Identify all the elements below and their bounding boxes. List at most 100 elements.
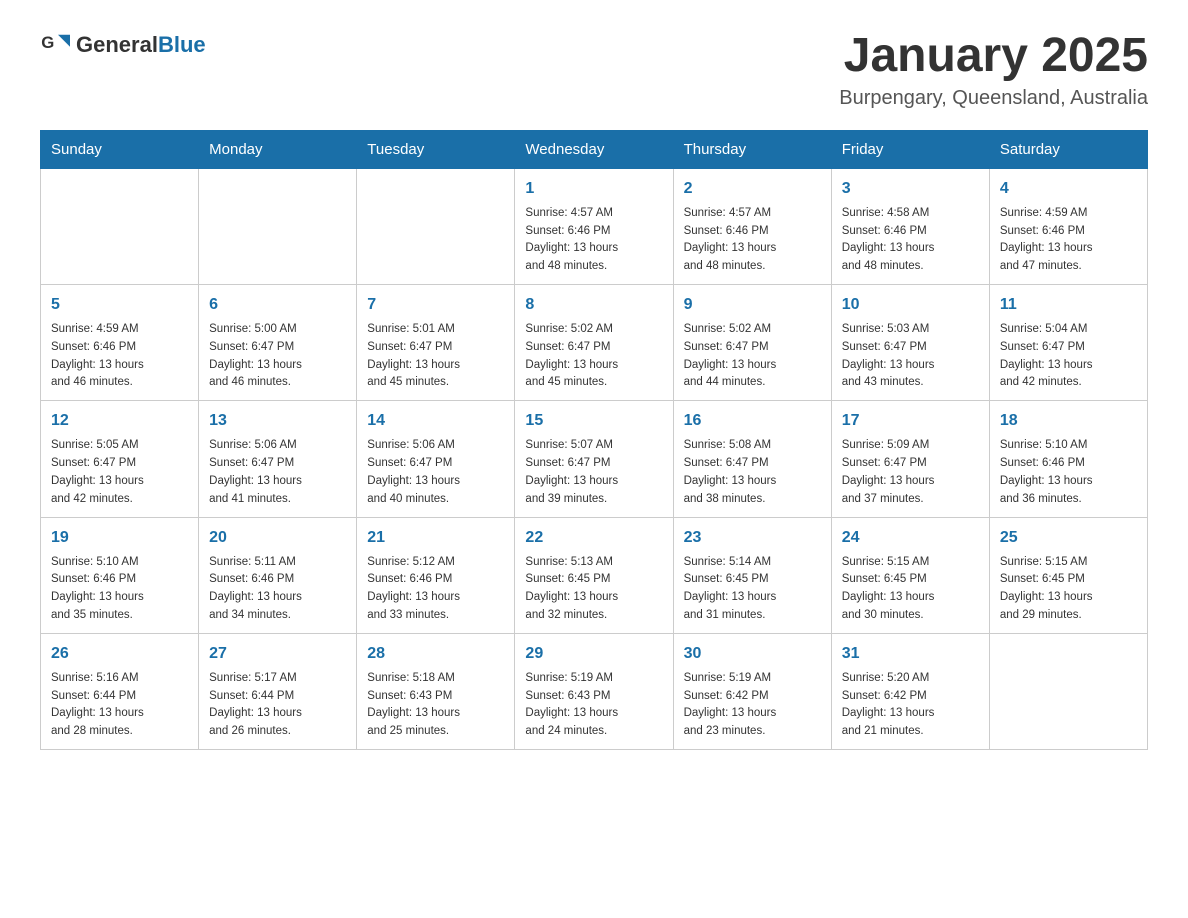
day-info: Sunrise: 5:06 AMSunset: 6:47 PMDaylight:… <box>367 437 504 508</box>
day-number: 23 <box>684 526 821 550</box>
calendar-cell: 3 Sunrise: 4:58 AMSunset: 6:46 PMDaylight… <box>831 168 989 284</box>
day-info: Sunrise: 5:16 AMSunset: 6:44 PMDaylight:… <box>51 670 188 741</box>
day-info: Sunrise: 4:59 AMSunset: 6:46 PMDaylight:… <box>51 321 188 392</box>
calendar-week-row: 12 Sunrise: 5:05 AMSunset: 6:47 PMDayligh… <box>41 401 1148 517</box>
day-number: 2 <box>684 177 821 201</box>
day-number: 13 <box>209 409 346 433</box>
calendar-week-row: 19 Sunrise: 5:10 AMSunset: 6:46 PMDayligh… <box>41 517 1148 633</box>
header-tuesday: Tuesday <box>357 130 515 168</box>
day-number: 21 <box>367 526 504 550</box>
day-number: 4 <box>1000 177 1137 201</box>
day-info: Sunrise: 5:03 AMSunset: 6:47 PMDaylight:… <box>842 321 979 392</box>
day-info: Sunrise: 5:08 AMSunset: 6:47 PMDaylight:… <box>684 437 821 508</box>
calendar-cell: 1 Sunrise: 4:57 AMSunset: 6:46 PMDaylight… <box>515 168 673 284</box>
calendar-week-row: 5 Sunrise: 4:59 AMSunset: 6:46 PMDaylight… <box>41 285 1148 401</box>
day-info: Sunrise: 4:59 AMSunset: 6:46 PMDaylight:… <box>1000 205 1137 276</box>
header-thursday: Thursday <box>673 130 831 168</box>
day-number: 1 <box>525 177 662 201</box>
day-info: Sunrise: 5:14 AMSunset: 6:45 PMDaylight:… <box>684 554 821 625</box>
day-info: Sunrise: 5:07 AMSunset: 6:47 PMDaylight:… <box>525 437 662 508</box>
day-info: Sunrise: 5:15 AMSunset: 6:45 PMDaylight:… <box>842 554 979 625</box>
calendar-cell: 10 Sunrise: 5:03 AMSunset: 6:47 PMDayligh… <box>831 285 989 401</box>
day-number: 10 <box>842 293 979 317</box>
day-number: 18 <box>1000 409 1137 433</box>
day-number: 12 <box>51 409 188 433</box>
calendar-cell: 9 Sunrise: 5:02 AMSunset: 6:47 PMDaylight… <box>673 285 831 401</box>
day-info: Sunrise: 5:02 AMSunset: 6:47 PMDaylight:… <box>525 321 662 392</box>
logo-text-blue: Blue <box>158 32 206 57</box>
calendar-cell: 8 Sunrise: 5:02 AMSunset: 6:47 PMDaylight… <box>515 285 673 401</box>
day-number: 28 <box>367 642 504 666</box>
calendar-cell <box>357 168 515 284</box>
calendar-cell: 26 Sunrise: 5:16 AMSunset: 6:44 PMDayligh… <box>41 633 199 749</box>
day-number: 29 <box>525 642 662 666</box>
logo-icon: G <box>40 30 70 60</box>
calendar-cell: 6 Sunrise: 5:00 AMSunset: 6:47 PMDaylight… <box>199 285 357 401</box>
header-sunday: Sunday <box>41 130 199 168</box>
day-info: Sunrise: 5:11 AMSunset: 6:46 PMDaylight:… <box>209 554 346 625</box>
calendar-week-row: 1 Sunrise: 4:57 AMSunset: 6:46 PMDaylight… <box>41 168 1148 284</box>
day-number: 8 <box>525 293 662 317</box>
header-friday: Friday <box>831 130 989 168</box>
calendar-cell: 18 Sunrise: 5:10 AMSunset: 6:46 PMDayligh… <box>989 401 1147 517</box>
calendar-cell: 19 Sunrise: 5:10 AMSunset: 6:46 PMDayligh… <box>41 517 199 633</box>
calendar-cell: 7 Sunrise: 5:01 AMSunset: 6:47 PMDaylight… <box>357 285 515 401</box>
day-number: 5 <box>51 293 188 317</box>
day-info: Sunrise: 5:10 AMSunset: 6:46 PMDaylight:… <box>1000 437 1137 508</box>
calendar-cell: 13Sunrise: 5:06 AMSunset: 6:47 PMDayligh… <box>199 401 357 517</box>
day-number: 19 <box>51 526 188 550</box>
day-info: Sunrise: 5:19 AMSunset: 6:42 PMDaylight:… <box>684 670 821 741</box>
day-info: Sunrise: 5:18 AMSunset: 6:43 PMDaylight:… <box>367 670 504 741</box>
day-number: 27 <box>209 642 346 666</box>
calendar-cell: 29Sunrise: 5:19 AMSunset: 6:43 PMDayligh… <box>515 633 673 749</box>
day-number: 15 <box>525 409 662 433</box>
calendar-cell: 22Sunrise: 5:13 AMSunset: 6:45 PMDayligh… <box>515 517 673 633</box>
day-info: Sunrise: 5:13 AMSunset: 6:45 PMDaylight:… <box>525 554 662 625</box>
day-info: Sunrise: 5:05 AMSunset: 6:47 PMDaylight:… <box>51 437 188 508</box>
calendar-cell: 24 Sunrise: 5:15 AMSunset: 6:45 PMDayligh… <box>831 517 989 633</box>
day-info: Sunrise: 5:00 AMSunset: 6:47 PMDaylight:… <box>209 321 346 392</box>
calendar-cell: 4 Sunrise: 4:59 AMSunset: 6:46 PMDaylight… <box>989 168 1147 284</box>
day-number: 6 <box>209 293 346 317</box>
day-number: 17 <box>842 409 979 433</box>
day-info: Sunrise: 5:17 AMSunset: 6:44 PMDaylight:… <box>209 670 346 741</box>
day-info: Sunrise: 5:20 AMSunset: 6:42 PMDaylight:… <box>842 670 979 741</box>
day-number: 16 <box>684 409 821 433</box>
day-number: 30 <box>684 642 821 666</box>
day-info: Sunrise: 5:09 AMSunset: 6:47 PMDaylight:… <box>842 437 979 508</box>
calendar-cell: 15 Sunrise: 5:07 AMSunset: 6:47 PMDayligh… <box>515 401 673 517</box>
day-number: 7 <box>367 293 504 317</box>
day-info: Sunrise: 5:10 AMSunset: 6:46 PMDaylight:… <box>51 554 188 625</box>
calendar-table: SundayMondayTuesdayWednesdayThursdayFrid… <box>40 130 1148 750</box>
day-number: 25 <box>1000 526 1137 550</box>
calendar-cell: 12 Sunrise: 5:05 AMSunset: 6:47 PMDayligh… <box>41 401 199 517</box>
day-info: Sunrise: 4:58 AMSunset: 6:46 PMDaylight:… <box>842 205 979 276</box>
header-saturday: Saturday <box>989 130 1147 168</box>
day-number: 26 <box>51 642 188 666</box>
day-number: 9 <box>684 293 821 317</box>
day-info: Sunrise: 5:15 AMSunset: 6:45 PMDaylight:… <box>1000 554 1137 625</box>
logo: G GeneralBlue <box>40 30 206 60</box>
page-header: G GeneralBlue January 2025 Burpengary, Q… <box>40 30 1148 110</box>
header-monday: Monday <box>199 130 357 168</box>
calendar-cell: 25 Sunrise: 5:15 AMSunset: 6:45 PMDayligh… <box>989 517 1147 633</box>
calendar-week-row: 26 Sunrise: 5:16 AMSunset: 6:44 PMDayligh… <box>41 633 1148 749</box>
calendar-cell: 17 Sunrise: 5:09 AMSunset: 6:47 PMDayligh… <box>831 401 989 517</box>
calendar-cell: 27 Sunrise: 5:17 AMSunset: 6:44 PMDayligh… <box>199 633 357 749</box>
calendar-cell: 11 Sunrise: 5:04 AMSunset: 6:47 PMDayligh… <box>989 285 1147 401</box>
day-info: Sunrise: 5:01 AMSunset: 6:47 PMDaylight:… <box>367 321 504 392</box>
calendar-cell <box>199 168 357 284</box>
day-info: Sunrise: 5:04 AMSunset: 6:47 PMDaylight:… <box>1000 321 1137 392</box>
calendar-cell: 20Sunrise: 5:11 AMSunset: 6:46 PMDayligh… <box>199 517 357 633</box>
day-number: 11 <box>1000 293 1137 317</box>
day-number: 3 <box>842 177 979 201</box>
calendar-cell: 28 Sunrise: 5:18 AMSunset: 6:43 PMDayligh… <box>357 633 515 749</box>
calendar-cell: 16 Sunrise: 5:08 AMSunset: 6:47 PMDayligh… <box>673 401 831 517</box>
day-number: 24 <box>842 526 979 550</box>
calendar-cell: 23 Sunrise: 5:14 AMSunset: 6:45 PMDayligh… <box>673 517 831 633</box>
calendar-cell: 14Sunrise: 5:06 AMSunset: 6:47 PMDayligh… <box>357 401 515 517</box>
day-info: Sunrise: 4:57 AMSunset: 6:46 PMDaylight:… <box>525 205 662 276</box>
header-wednesday: Wednesday <box>515 130 673 168</box>
day-info: Sunrise: 5:02 AMSunset: 6:47 PMDaylight:… <box>684 321 821 392</box>
title-block: January 2025 Burpengary, Queensland, Aus… <box>839 30 1148 110</box>
